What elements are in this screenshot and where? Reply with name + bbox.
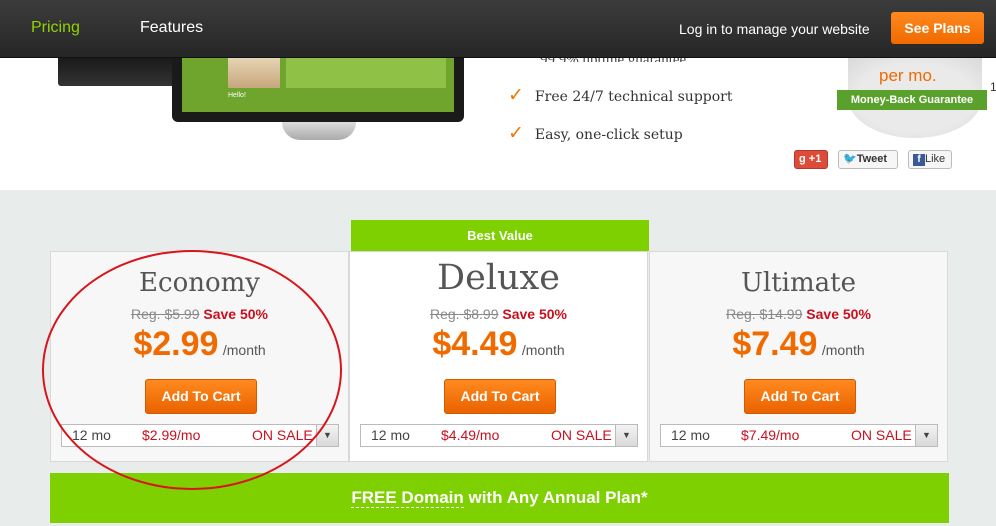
on-sale-label: ON SALE <box>551 427 612 443</box>
money-back-banner: Money-Back Guarantee <box>837 90 987 110</box>
tweet-button[interactable]: 🐦Tweet <box>838 150 898 169</box>
term-price: $2.99/mo <box>142 427 201 443</box>
plan-name: Deluxe <box>437 258 560 298</box>
per-month-label: /month <box>521 342 565 358</box>
badge-per-month: per mo. <box>879 66 937 85</box>
best-value-banner: Best Value <box>351 220 649 251</box>
twitter-bird-icon: 🐦 <box>843 153 857 165</box>
chevron-down-icon[interactable]: ▼ <box>615 425 637 446</box>
plan-price: $7.49 <box>732 325 818 363</box>
regular-price-line: Reg. $8.99 Save 50% <box>350 306 647 322</box>
price-line: $4.49 /month <box>350 325 647 364</box>
regular-price-line: Reg. $5.99 Save 50% <box>51 306 348 322</box>
server-image <box>58 58 178 86</box>
top-nav: Pricing Features Log in to manage your w… <box>0 0 996 58</box>
on-sale-label: ON SALE <box>851 427 912 443</box>
plan-name: Ultimate <box>741 268 856 298</box>
spa-photo <box>228 58 280 88</box>
term-length: 12 mo <box>371 427 410 443</box>
google-plus-button[interactable]: g +1 <box>794 150 828 169</box>
plan-card-deluxe: Deluxe Reg. $8.99 Save 50% $4.49 /month … <box>349 251 648 462</box>
on-sale-label: ON SALE <box>252 427 313 443</box>
hero: Hello! 99.9% uptime guarantee ✓Free 24/7… <box>0 52 996 190</box>
term-select[interactable]: 12 mo $7.49/mo ON SALE ▼ <box>660 424 938 447</box>
term-length: 12 mo <box>72 427 111 443</box>
save-percent: Save 50% <box>502 306 567 322</box>
feature-item: ✓ Free 24/7 technical support <box>508 84 733 106</box>
term-length: 12 mo <box>671 427 710 443</box>
screen-hello-text: Hello! <box>228 92 246 99</box>
chevron-down-icon[interactable]: ▼ <box>915 425 937 446</box>
plan-card-ultimate: Ultimate Reg. $14.99 Save 50% $7.49 /mon… <box>649 251 948 462</box>
facebook-icon: f <box>913 154 925 166</box>
feature-label: Free 24/7 technical support <box>534 89 733 105</box>
plan-price: $2.99 <box>133 325 219 363</box>
like-label: Like <box>925 153 946 165</box>
price-line: $7.49 /month <box>650 325 947 364</box>
per-month-label: /month <box>222 342 266 358</box>
free-domain-text: with Any Annual Plan* <box>463 488 648 507</box>
term-price: $4.49/mo <box>441 427 500 443</box>
google-plus-icon: g <box>799 153 806 165</box>
nav-pricing-link[interactable]: Pricing <box>31 19 80 37</box>
plan-price: $4.49 <box>432 325 518 363</box>
page: Pricing Features Log in to manage your w… <box>0 0 996 526</box>
chevron-down-icon[interactable]: ▼ <box>316 425 338 446</box>
badge-digit: 1 <box>990 80 996 94</box>
feature-item: ✓ Easy, one-click setup <box>508 122 683 144</box>
gplus-label: +1 <box>808 153 822 165</box>
regular-price: Reg. $5.99 <box>131 306 200 322</box>
regular-price: Reg. $14.99 <box>726 306 803 322</box>
tweet-label: Tweet <box>856 153 888 165</box>
add-to-cart-button[interactable]: Add To Cart <box>444 379 556 414</box>
regular-price: Reg. $8.99 <box>430 306 499 322</box>
login-link[interactable]: Log in to manage your website <box>679 21 870 37</box>
add-to-cart-button[interactable]: Add To Cart <box>744 379 856 414</box>
per-month-label: /month <box>821 342 865 358</box>
plan-name: Economy <box>139 268 260 298</box>
monitor-stand <box>282 122 356 140</box>
plan-card-economy: Economy Reg. $5.99 Save 50% $2.99 /month… <box>50 251 349 462</box>
free-domain-link[interactable]: FREE Domain <box>351 488 464 508</box>
feature-label: Easy, one-click setup <box>534 127 683 143</box>
add-to-cart-button[interactable]: Add To Cart <box>145 379 257 414</box>
regular-price-line: Reg. $14.99 Save 50% <box>650 306 947 322</box>
free-domain-banner: FREE Domain with Any Annual Plan* <box>50 473 949 523</box>
screen-panel <box>286 58 446 88</box>
nav-features-link[interactable]: Features <box>140 19 203 37</box>
see-plans-button[interactable]: See Plans <box>891 12 984 44</box>
pricing-section: Best Value Economy Reg. $5.99 Save 50% $… <box>0 190 996 526</box>
check-icon: ✓ <box>508 84 524 106</box>
price-line: $2.99 /month <box>51 325 348 364</box>
term-select[interactable]: 12 mo $2.99/mo ON SALE ▼ <box>61 424 339 447</box>
save-percent: Save 50% <box>203 306 268 322</box>
monitor-image: Hello! <box>172 58 464 122</box>
term-select[interactable]: 12 mo $4.49/mo ON SALE ▼ <box>360 424 638 447</box>
save-percent: Save 50% <box>806 306 871 322</box>
term-price: $7.49/mo <box>741 427 800 443</box>
monitor-screen: Hello! <box>182 58 454 112</box>
facebook-like-button[interactable]: f Like <box>908 150 952 169</box>
check-icon: ✓ <box>508 122 524 144</box>
